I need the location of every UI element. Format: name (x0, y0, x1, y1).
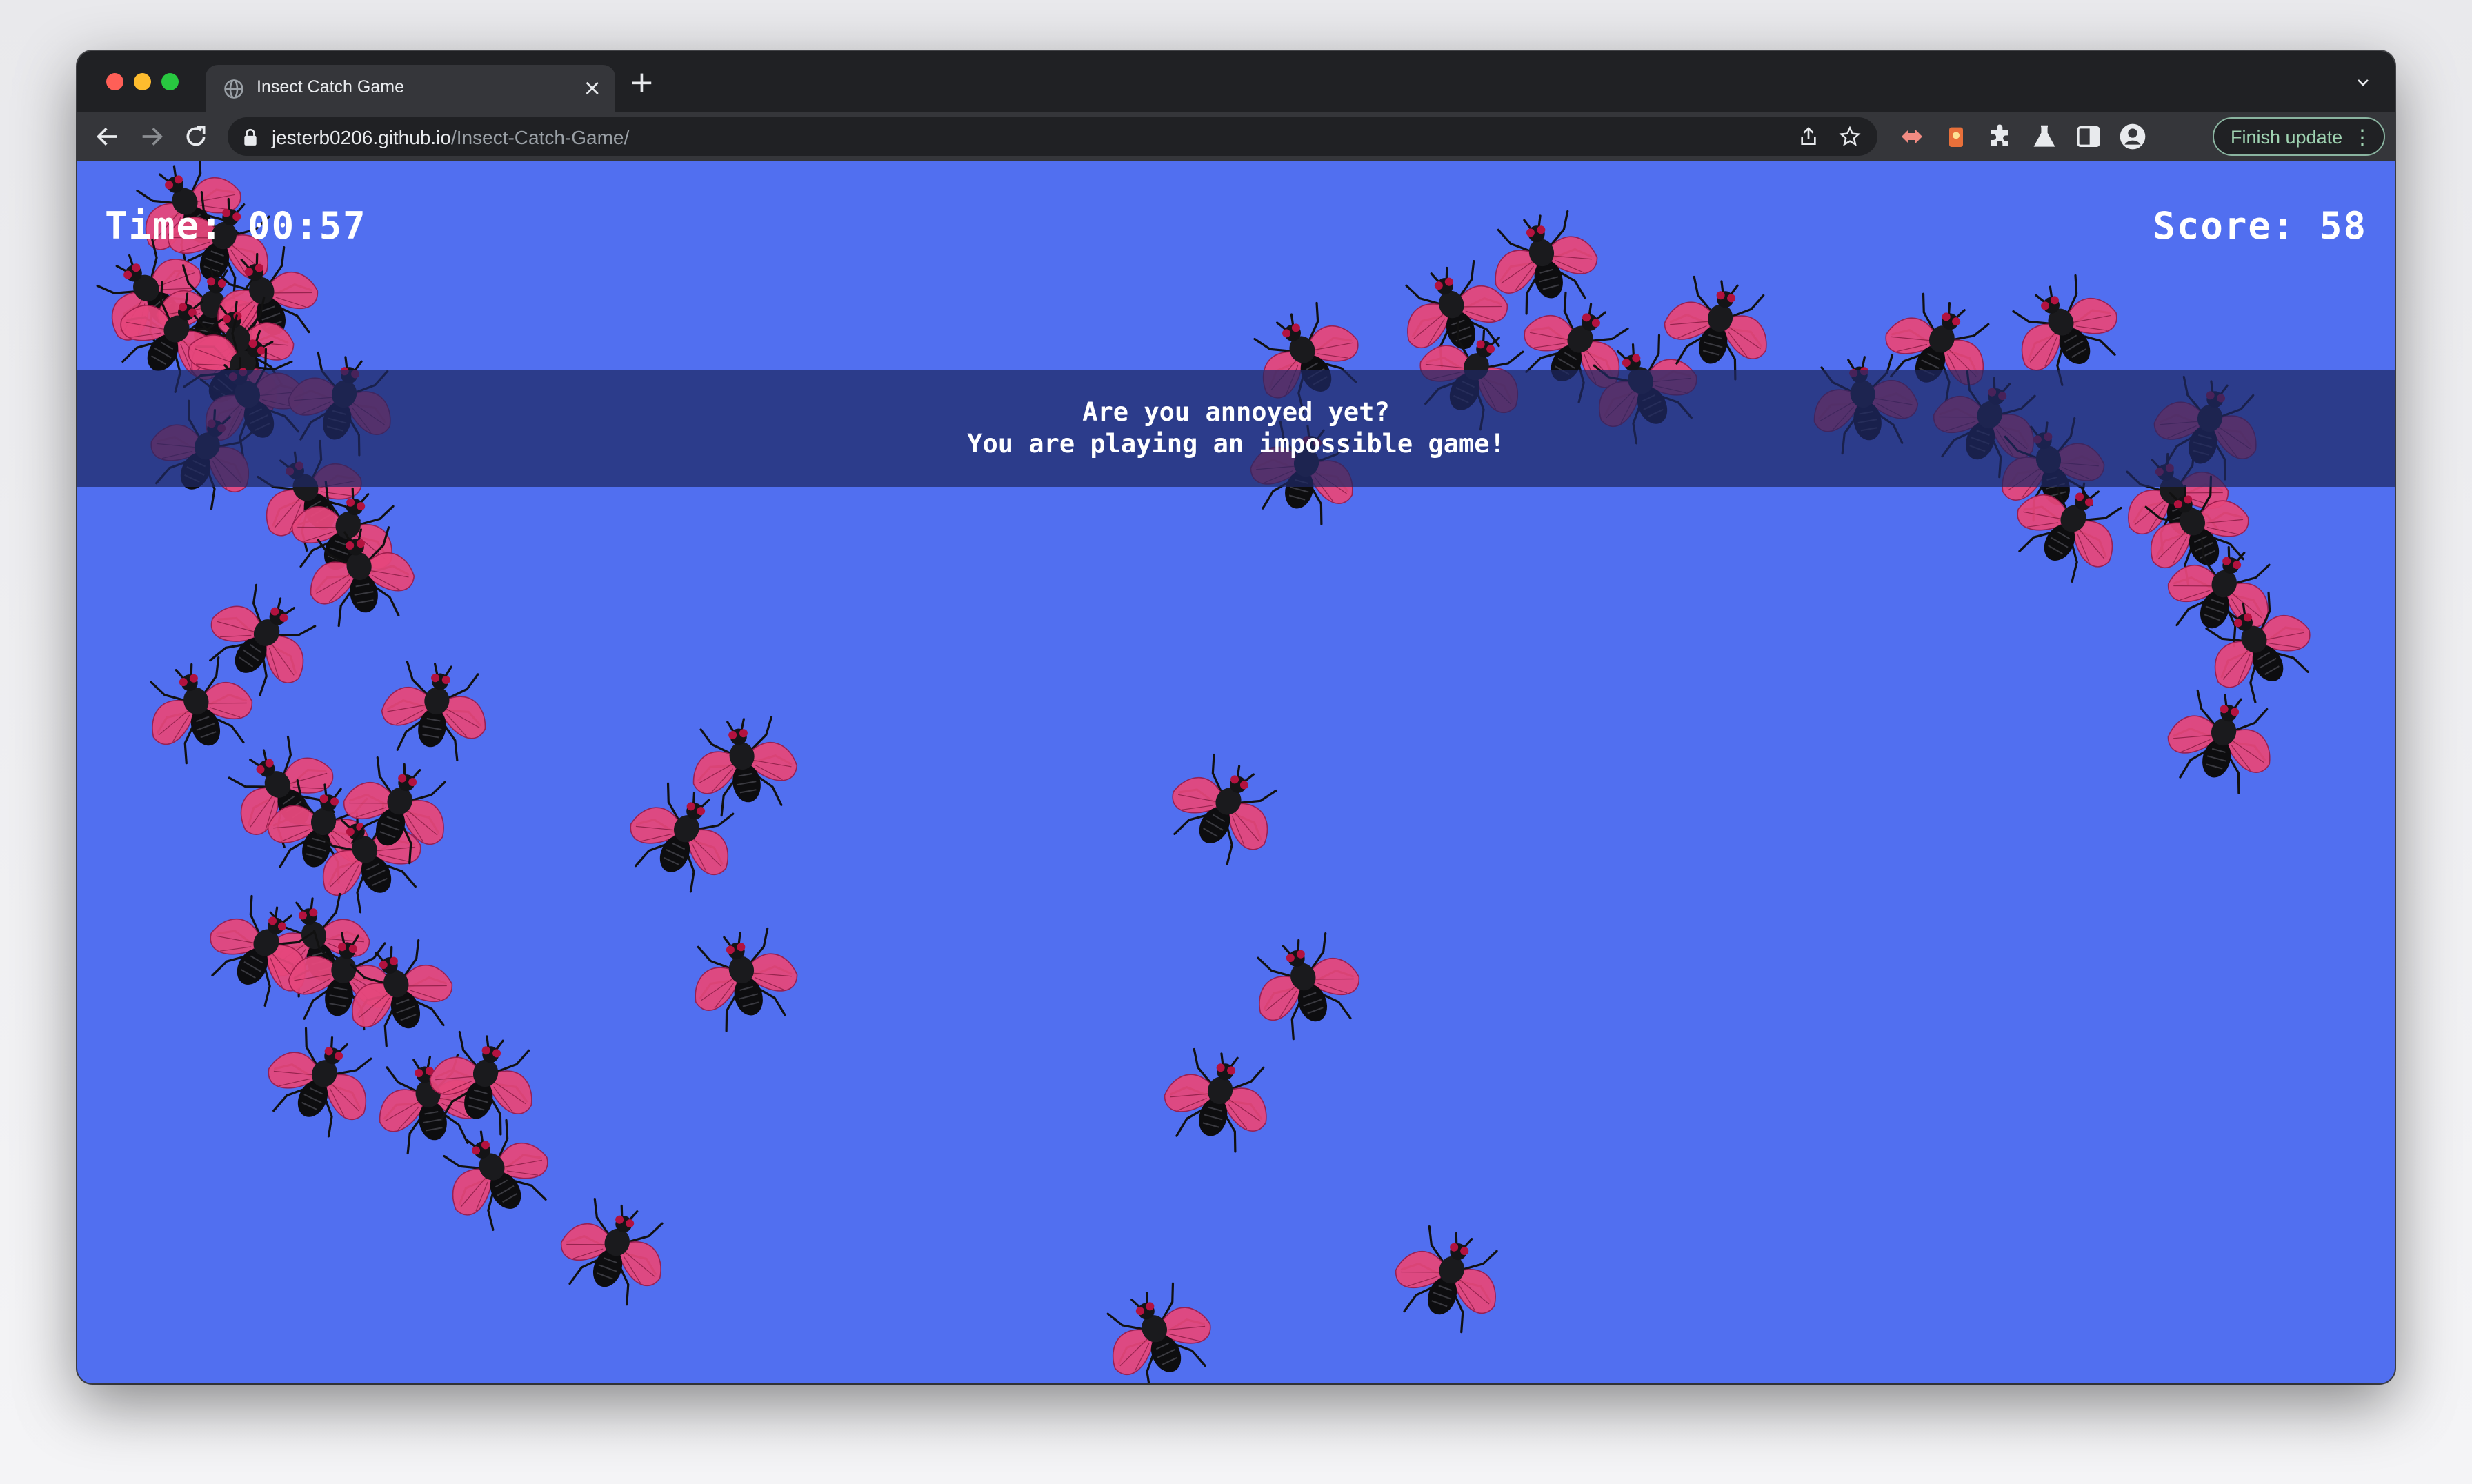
side-panel-icon[interactable] (2075, 123, 2102, 150)
profile-avatar-icon[interactable] (2119, 123, 2146, 150)
fly-icon (695, 927, 798, 1032)
share-icon[interactable] (1797, 126, 1820, 148)
annoyed-message-banner: Are you annoyed yet? You are playing an … (77, 370, 2395, 487)
fly-insect-31[interactable] (659, 891, 828, 1060)
browser-toolbar: jesterb0206.github.io/Insect-Catch-Game/ (77, 112, 2395, 161)
score-display: Score: 58 (2153, 204, 2367, 248)
message-line-1: Are you annoyed yet? (1082, 397, 1390, 427)
finish-update-button[interactable]: Finish update ⋮ (2213, 117, 2385, 156)
fly-icon (692, 716, 798, 817)
close-window-button[interactable] (106, 73, 123, 90)
fly-icon (1106, 1282, 1211, 1383)
fly-insect-33[interactable] (663, 681, 823, 841)
chevron-down-icon[interactable] (2355, 74, 2371, 91)
url-host: jesterb0206.github.io (272, 127, 451, 148)
reload-icon[interactable] (182, 123, 210, 150)
globe-icon (224, 79, 243, 99)
more-menu-icon[interactable]: ⋮ (2352, 126, 2373, 150)
time-value: 00:57 (248, 204, 367, 248)
back-arrow-icon[interactable] (94, 123, 121, 150)
message-line-2: You are playing an impossible game! (967, 429, 1505, 459)
insect-layer (77, 161, 2395, 1383)
tab-title: Insect Catch Game (257, 77, 404, 97)
browser-window: Insect Catch Game × + jesterb0206.github… (77, 51, 2395, 1383)
lock-icon[interactable] (243, 128, 258, 146)
score-label: Score: (2153, 204, 2296, 248)
tab-strip: Insect Catch Game × + (77, 51, 2395, 112)
minimize-window-button[interactable] (134, 73, 151, 90)
fly-insect-37[interactable] (1065, 1242, 1248, 1383)
forward-arrow-icon[interactable] (138, 123, 166, 150)
finish-update-label: Finish update (2231, 127, 2343, 148)
extension-red-arrow-icon[interactable] (1898, 123, 1926, 150)
time-display: Time: 00:57 (105, 204, 367, 248)
url-path: /Insect-Catch-Game/ (450, 127, 630, 148)
tab-close-button[interactable]: × (583, 77, 601, 99)
fly-insect-34[interactable] (1131, 712, 1319, 900)
fly-icon (1395, 1225, 1498, 1334)
fly-icon (1172, 753, 1277, 865)
labs-flask-icon[interactable] (2031, 123, 2058, 150)
fly-insect-38[interactable] (1362, 1187, 1538, 1363)
bookmark-star-icon[interactable] (1839, 126, 1861, 148)
tab-insect-catch-game[interactable]: Insect Catch Game × (206, 65, 615, 112)
new-tab-button[interactable]: + (629, 68, 655, 98)
address-bar[interactable]: jesterb0206.github.io/Insect-Catch-Game/ (228, 117, 1877, 156)
maximize-window-button[interactable] (161, 73, 179, 90)
extension-orange-icon[interactable] (1942, 123, 1970, 150)
url-text[interactable]: jesterb0206.github.io/Insect-Catch-Game/ (272, 127, 629, 149)
puzzle-piece-icon[interactable] (1986, 123, 2014, 150)
time-label: Time: (105, 204, 224, 248)
score-value: 58 (2319, 204, 2367, 248)
game-screen[interactable]: Time: 00:57 Score: 58 Are you annoyed ye… (77, 161, 2395, 1383)
